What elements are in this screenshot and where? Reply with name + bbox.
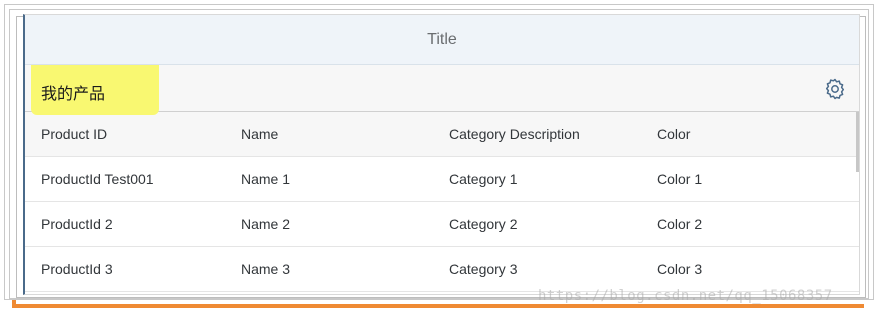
table-cell-color: Color 2 [657, 216, 703, 232]
table-panel: Title 我的产品 Product ID Name Category Desc… [23, 14, 860, 295]
table-cell-product-id: ProductId Test001 [41, 171, 154, 187]
table-toolbar: 我的产品 [25, 65, 859, 115]
table-header-row: Product ID Name Category Description Col… [25, 112, 859, 157]
table-cell-name: Name 1 [241, 171, 291, 187]
table-cell-category: Category 2 [449, 216, 518, 232]
scrollbar[interactable] [856, 112, 859, 172]
column-header-product-id[interactable]: Product ID [25, 126, 241, 142]
column-header-category-description[interactable]: Category Description [449, 126, 657, 142]
watermark: https://blog.csdn.net/qq_15068357 [538, 288, 833, 304]
column-header-color[interactable]: Color [657, 126, 857, 142]
table-cell-product-id: ProductId 3 [41, 261, 113, 277]
product-table: Product ID Name Category Description Col… [25, 112, 859, 292]
table-cell-name: Name 3 [241, 261, 291, 277]
table-row[interactable]: ProductId 2 Name 2 Category 2 Color 2 [25, 202, 859, 247]
table-cell-color: Color 1 [657, 171, 703, 187]
table-cell-product-id: ProductId 2 [41, 216, 113, 232]
table-row[interactable]: ProductId 3 Name 3 Category 3 Color 3 [25, 247, 859, 292]
table-cell-category: Category 1 [449, 171, 518, 187]
page-title: Title [427, 30, 457, 48]
table-cell-name: Name 2 [241, 216, 291, 232]
table-cell-color: Color 3 [657, 261, 703, 277]
title-bar: Title [25, 15, 859, 65]
table-title: 我的产品 [41, 86, 106, 103]
table-cell-category: Category 3 [449, 261, 518, 277]
table-row[interactable]: ProductId Test001 Name 1 Category 1 Colo… [25, 157, 859, 202]
column-header-name[interactable]: Name [241, 126, 449, 142]
gear-icon[interactable] [823, 77, 847, 101]
